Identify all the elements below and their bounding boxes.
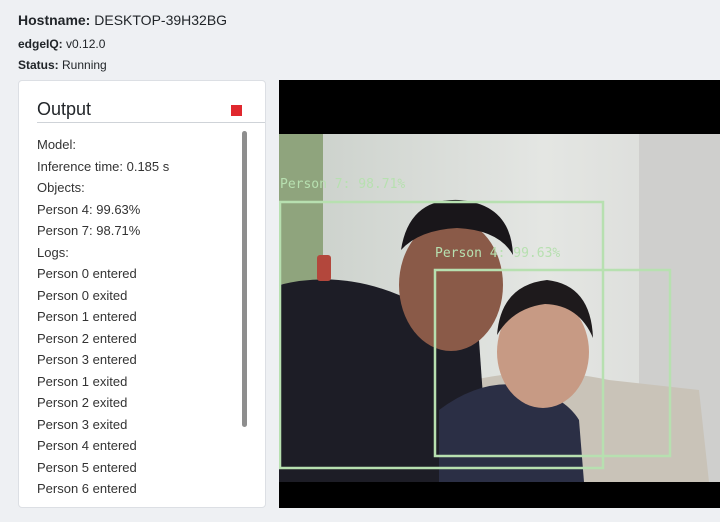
hostname-line: Hostname: DESKTOP-39H32BG <box>18 12 227 28</box>
log-line: Person 3 exited <box>37 416 128 432</box>
log-line: Person 2 entered <box>37 330 137 346</box>
detection-label-person-7: Person 7: 98.71% <box>280 177 405 192</box>
log-line: Person 0 entered <box>37 266 137 281</box>
log-line: Model: <box>37 137 77 152</box>
version-label: edgeIQ: <box>18 37 63 51</box>
stop-button[interactable] <box>231 105 242 116</box>
status-line: Status: Running <box>18 58 107 72</box>
hostname-value: DESKTOP-39H32BG <box>94 12 228 28</box>
green-curtain <box>279 134 323 284</box>
log-line: Objects: <box>37 180 85 195</box>
bottle <box>317 255 331 281</box>
video-stream: Person 7: 98.71% Person 4: 99.63% <box>279 80 720 508</box>
log-line: Person 2 exited <box>37 395 128 410</box>
log-line: Person 1 exited <box>37 373 128 389</box>
log-line: Person 0 exited <box>37 287 128 303</box>
log-line: Logs: <box>37 244 69 260</box>
log-line: Person 1 entered <box>37 309 137 324</box>
log-line: Person 6 entered <box>37 481 137 496</box>
output-scrollbar[interactable] <box>242 131 247 427</box>
hostname-label: Hostname: <box>18 12 91 28</box>
status-label: Status: <box>18 58 59 72</box>
detection-label-person-4: Person 4: 99.63% <box>435 246 560 261</box>
output-title: Output <box>37 99 92 119</box>
log-line: Person 4: 99.63% <box>37 201 141 217</box>
output-log: Model: Inference time: 0.185 s Objects: … <box>37 134 237 500</box>
title-divider <box>37 122 265 123</box>
scroll-thumb[interactable] <box>242 131 247 427</box>
status-value: Running <box>62 58 107 72</box>
version-value: v0.12.0 <box>66 37 106 51</box>
video-frame: Person 7: 98.71% Person 4: 99.63% <box>279 80 720 508</box>
version-line: edgeIQ: v0.12.0 <box>18 37 105 51</box>
output-panel: Output Model: Inference time: 0.185 s Ob… <box>18 80 266 508</box>
log-line: Person 7: 98.71% <box>37 223 141 238</box>
log-line: Person 3 entered <box>37 352 137 367</box>
log-line: Person 5 entered <box>37 459 137 475</box>
log-line: Person 4 entered <box>37 438 137 453</box>
log-line: Inference time: 0.185 s <box>37 158 170 174</box>
